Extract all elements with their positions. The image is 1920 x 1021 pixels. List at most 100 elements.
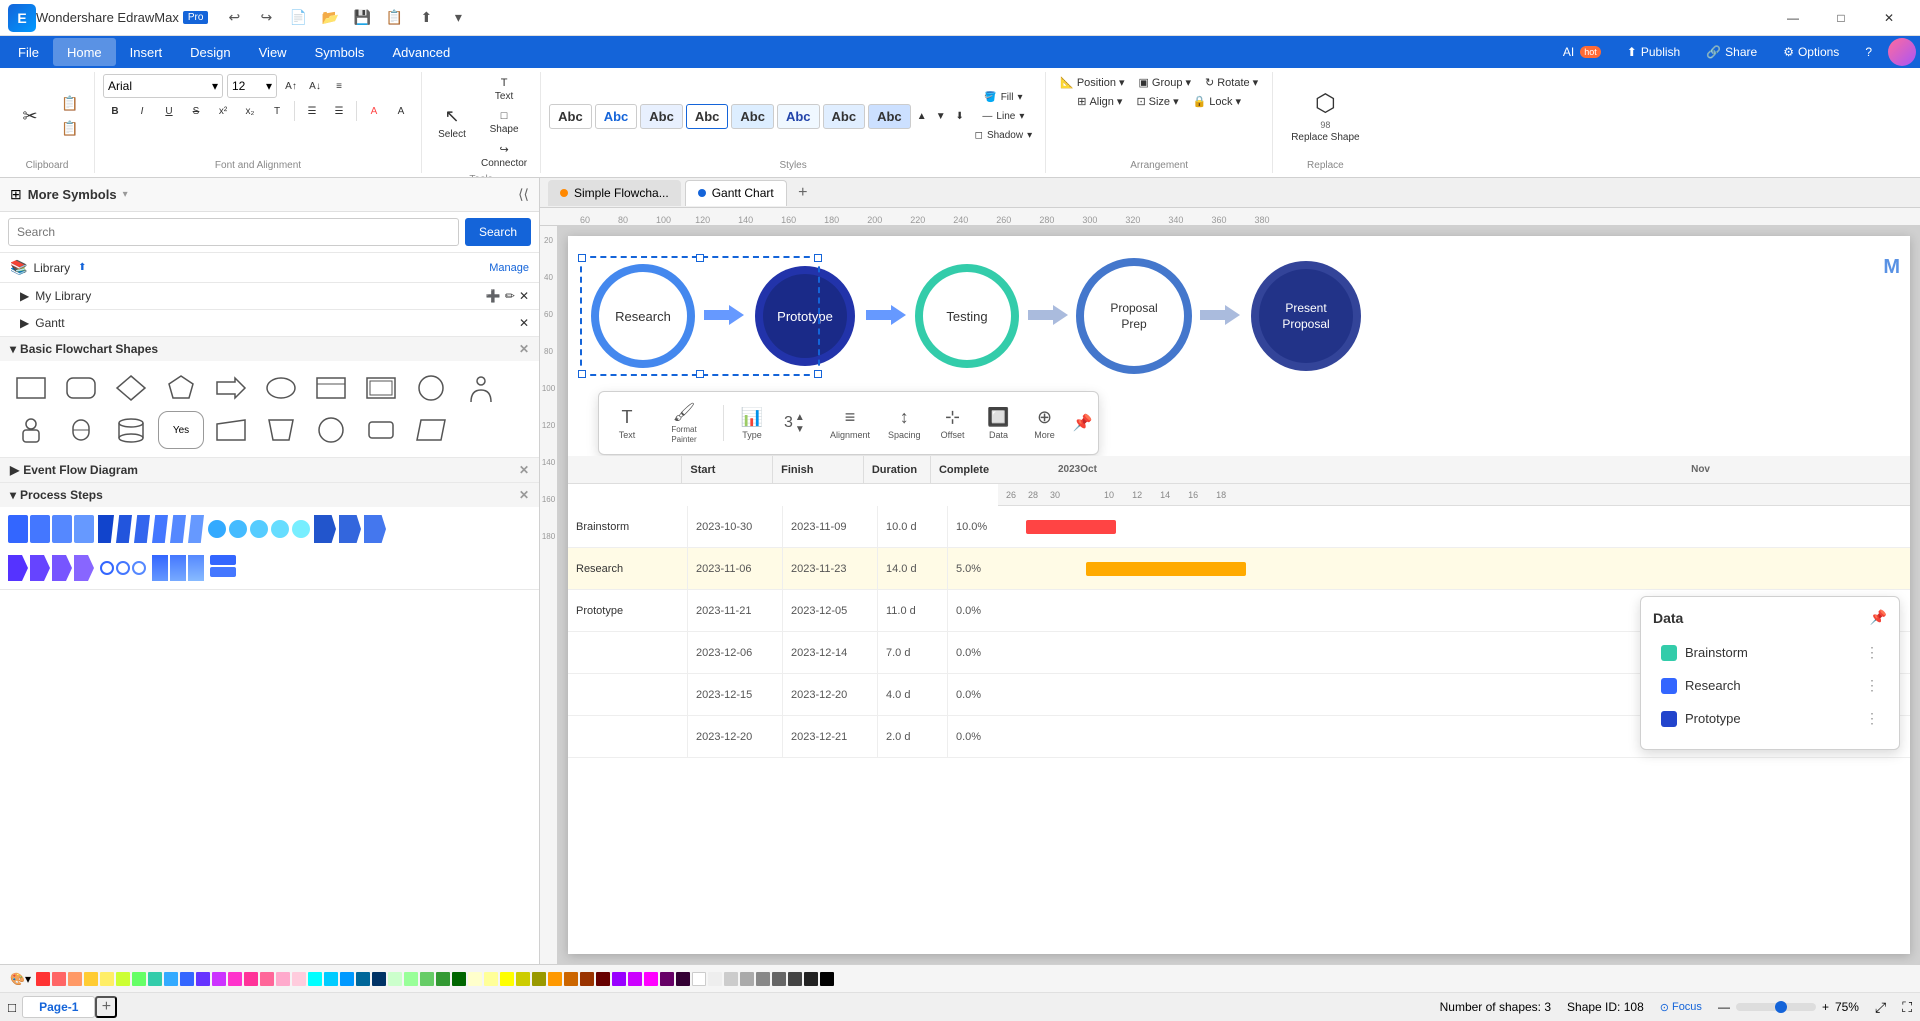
lock-button[interactable]: 🔒 Lock ▾: [1187, 93, 1247, 110]
gantt-row-research[interactable]: Research 2023-11-06 2023-11-23 14.0 d 5.…: [568, 548, 1910, 590]
style-abc-1[interactable]: Abc: [549, 104, 592, 129]
minimize-button[interactable]: —: [1770, 0, 1816, 36]
menu-item-symbols[interactable]: Symbols: [301, 38, 379, 66]
shape-decision[interactable]: [58, 411, 104, 449]
open-button[interactable]: 📂: [316, 4, 344, 32]
menu-item-design[interactable]: Design: [176, 38, 244, 66]
style-scroll-down[interactable]: ▼: [933, 110, 949, 123]
zoom-in-button[interactable]: +: [1822, 1000, 1829, 1014]
shape-person2[interactable]: [8, 411, 54, 449]
decrease-font-button[interactable]: A↓: [305, 79, 325, 94]
shape-rect-notched[interactable]: [308, 369, 354, 407]
replace-shape-button[interactable]: ⬡ 98 Replace Shape: [1281, 85, 1369, 147]
cut-button[interactable]: ✂: [8, 103, 52, 130]
float-number-button[interactable]: 3 ▲ ▼: [776, 408, 820, 439]
subscript-button[interactable]: x₂: [238, 103, 262, 120]
shape-yes[interactable]: Yes: [158, 411, 204, 449]
float-pin[interactable]: 📌: [1073, 413, 1093, 433]
ps-row2-item1[interactable]: [8, 555, 94, 581]
italic-button[interactable]: I: [130, 103, 154, 120]
superscript-button[interactable]: x²: [211, 103, 235, 120]
float-data-button[interactable]: 🔲 Data: [977, 403, 1021, 444]
my-library-edit[interactable]: ✏: [505, 289, 515, 303]
page-tab-1[interactable]: Page-1: [22, 996, 95, 1018]
copy-button[interactable]: 📋: [54, 92, 86, 115]
menu-item-insert[interactable]: Insert: [116, 38, 177, 66]
more-button[interactable]: ▾: [444, 4, 472, 32]
float-type-button[interactable]: 📊 Type: [730, 403, 774, 444]
event-flow-close[interactable]: ✕: [519, 463, 529, 477]
shape-ellipse[interactable]: [258, 369, 304, 407]
basic-flowchart-header[interactable]: ▾ Basic Flowchart Shapes ✕: [0, 337, 539, 361]
options-button[interactable]: ⚙Options: [1773, 41, 1849, 63]
bold-button[interactable]: B: [103, 103, 127, 120]
text-tool-button[interactable]: T Text: [476, 74, 532, 105]
ps-row2-item3[interactable]: [152, 555, 204, 581]
zoom-out-button[interactable]: —: [1718, 1000, 1730, 1014]
new-button[interactable]: 📄: [284, 4, 312, 32]
library-manage[interactable]: 📚 Library ⬆ Manage: [0, 253, 539, 283]
proposal-prep-node[interactable]: Proposal Prep: [1074, 256, 1194, 376]
rotate-button[interactable]: ↻ Rotate ▾: [1199, 74, 1264, 91]
publish-button[interactable]: ⬆Publish: [1617, 41, 1690, 63]
my-library-close[interactable]: ✕: [519, 289, 529, 303]
my-library-item[interactable]: ▶ My Library ➕ ✏ ✕: [0, 283, 539, 310]
bullets-button[interactable]: ☰: [300, 103, 324, 120]
position-button[interactable]: 📐 Position ▾: [1054, 74, 1130, 91]
style-abc-8[interactable]: Abc: [868, 104, 911, 129]
share-button[interactable]: 🔗Share: [1696, 41, 1767, 63]
my-library-add[interactable]: ➕: [486, 289, 501, 303]
template-button[interactable]: 📋: [380, 4, 408, 32]
process-steps-close[interactable]: ✕: [519, 488, 529, 502]
shape-double-rect[interactable]: [358, 369, 404, 407]
testing-node[interactable]: Testing: [912, 261, 1022, 371]
collapse-panel-button[interactable]: ⟨⟨: [518, 186, 529, 203]
float-alignment-button[interactable]: ≡ Alignment: [822, 403, 878, 444]
select-tool-button[interactable]: ↖ Select: [430, 103, 474, 143]
fill-button[interactable]: 🪣Fill▾: [970, 89, 1037, 106]
shape-person[interactable]: [458, 369, 504, 407]
ps-item-4[interactable]: [314, 515, 386, 543]
maximize-button[interactable]: □: [1818, 0, 1864, 36]
tab-flowchart[interactable]: Simple Flowcha...: [548, 180, 681, 206]
shape-arrow[interactable]: [208, 369, 254, 407]
menu-item-advanced[interactable]: Advanced: [378, 38, 464, 66]
user-avatar[interactable]: [1888, 38, 1916, 66]
size-button[interactable]: ⊡ Size ▾: [1130, 93, 1184, 110]
align-arr-button[interactable]: ⊞ Align ▾: [1071, 93, 1128, 110]
brainstorm-menu[interactable]: ⋮: [1865, 644, 1879, 661]
menu-item-home[interactable]: Home: [53, 38, 116, 66]
highlight-button[interactable]: A: [389, 103, 413, 120]
ai-button[interactable]: AI hot: [1553, 41, 1611, 63]
increase-font-button[interactable]: A↑: [281, 79, 301, 94]
shape-slant[interactable]: [408, 411, 454, 449]
font-color-button[interactable]: A: [362, 103, 386, 120]
search-button[interactable]: Search: [465, 218, 531, 246]
line-button[interactable]: —Line▾: [970, 108, 1037, 125]
ps-row2-vertical[interactable]: [210, 555, 236, 581]
full-screen-button[interactable]: ⛶: [1902, 999, 1912, 1016]
shadow-button[interactable]: ◻Shadow▾: [970, 127, 1037, 144]
save-button[interactable]: 💾: [348, 4, 376, 32]
undo-button[interactable]: ↩: [220, 4, 248, 32]
basic-flowchart-close[interactable]: ✕: [519, 342, 529, 356]
event-flow-header[interactable]: ▶ Event Flow Diagram ✕: [0, 458, 539, 482]
shape-pentagon[interactable]: [158, 369, 204, 407]
research-node[interactable]: Research: [588, 261, 698, 371]
font-size[interactable]: 12 ▾: [227, 74, 277, 98]
ps-item-1[interactable]: [8, 515, 94, 543]
canvas-wrapper[interactable]: 20406080100120140160180: [540, 226, 1920, 964]
float-text-button[interactable]: T Text: [605, 403, 649, 444]
shape-rounded-rect[interactable]: [58, 369, 104, 407]
style-expand[interactable]: ⬇: [952, 110, 968, 123]
data-row-research[interactable]: Research ⋮: [1653, 671, 1887, 700]
float-more-button[interactable]: ⊕ More: [1023, 403, 1067, 444]
shape-rect-round2[interactable]: [358, 411, 404, 449]
gantt-close[interactable]: ✕: [519, 316, 529, 330]
group-button[interactable]: ▣ Group ▾: [1133, 74, 1198, 91]
process-steps-header[interactable]: ▾ Process Steps ✕: [0, 483, 539, 507]
gantt-library-item[interactable]: ▶ Gantt ✕: [0, 310, 539, 337]
focus-button[interactable]: ⊙Focus: [1660, 1001, 1702, 1014]
align-button[interactable]: ≡: [329, 79, 349, 94]
shape-circle[interactable]: [408, 369, 454, 407]
